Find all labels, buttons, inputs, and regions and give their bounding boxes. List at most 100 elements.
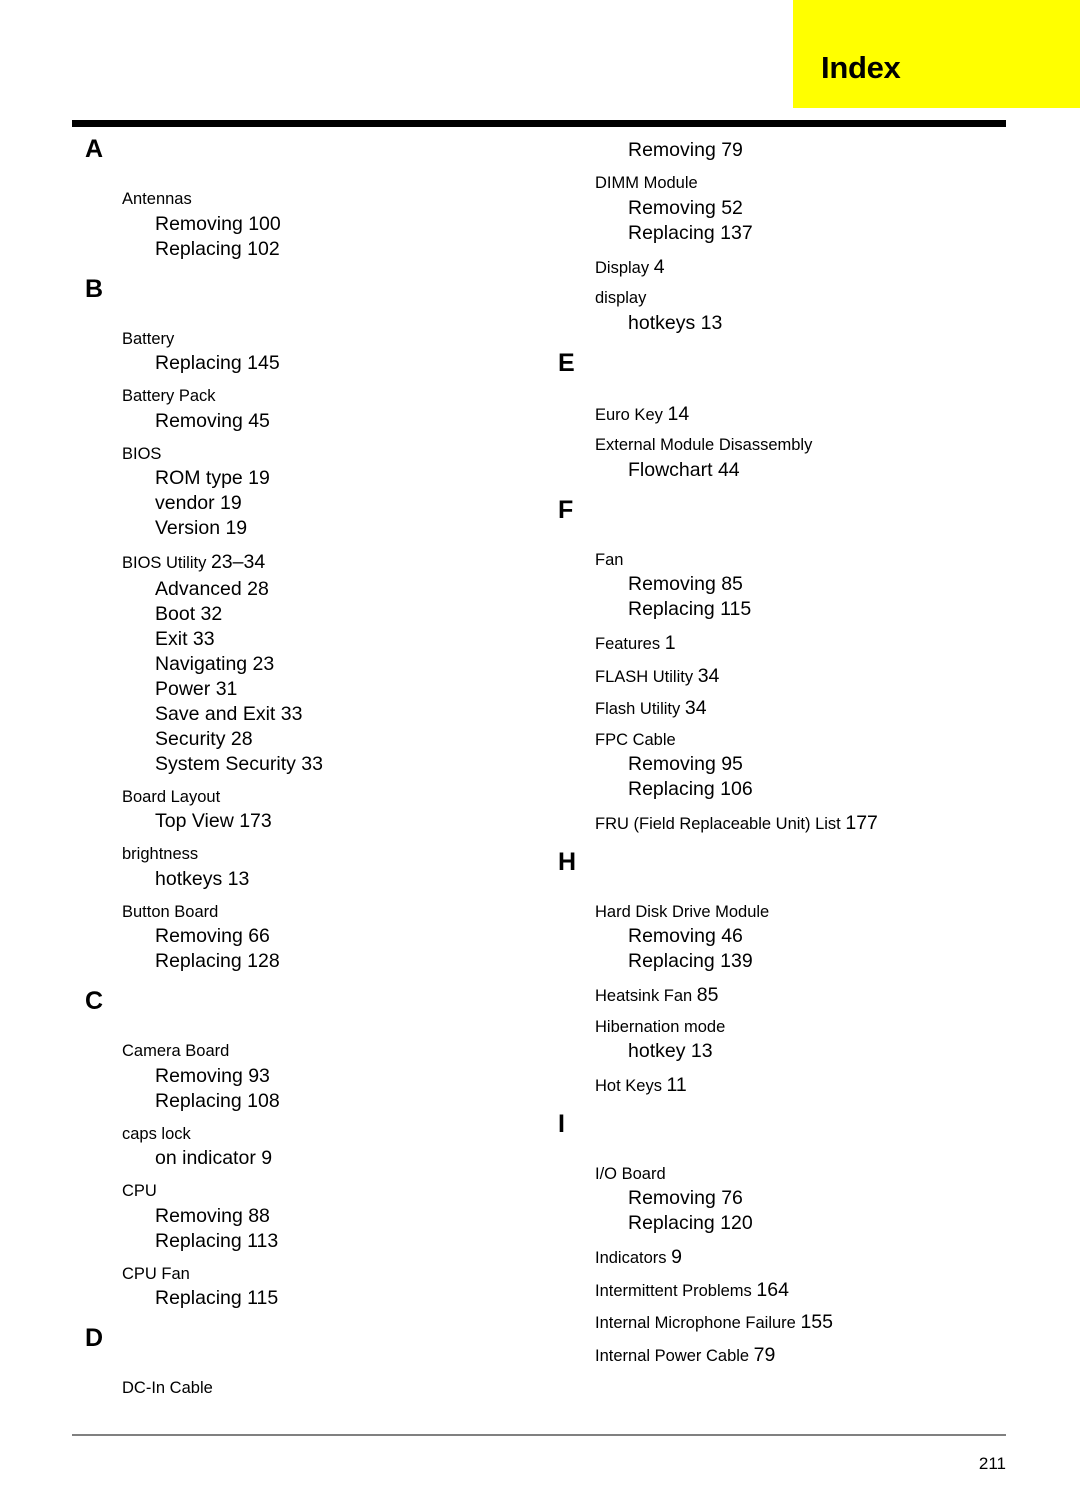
index-subentry: Exit 33: [155, 627, 215, 650]
index-entry: BIOS Utility 23–34: [122, 540, 532, 573]
index-letter-heading: D: [85, 1324, 104, 1352]
index-letter-heading: F: [558, 495, 574, 524]
index-entry-label: DC-In Cable: [122, 1379, 213, 1397]
index-entry: FRU (Field Replaceable Unit) List 177: [595, 801, 1015, 834]
index-subentry: Replacing 145: [155, 352, 280, 374]
index-subentry: Removing 88: [155, 1204, 270, 1227]
index-entry: Button Board: [122, 891, 532, 921]
index-entry-label: Hot Keys: [595, 1077, 667, 1095]
index-entry-label: Euro Key: [595, 405, 668, 424]
index-entry-label: FLASH Utility: [595, 667, 698, 686]
index-subentry: on indicator 9: [155, 1147, 273, 1169]
index-letter-heading: B: [85, 274, 104, 303]
index-entry: Indicators 9: [595, 1235, 1015, 1268]
index-entry-label: Indicators: [595, 1249, 672, 1267]
index-subentry: Removing 76: [628, 1187, 743, 1209]
index-entry: CPU Fan: [122, 1253, 532, 1283]
index-letter-heading: E: [558, 348, 575, 377]
index-letter-heading: H: [558, 847, 577, 876]
index-entry: Board Layout: [122, 776, 532, 806]
index-entry-page-number: 34: [684, 697, 707, 719]
index-subentry: Removing 93: [155, 1064, 270, 1087]
index-entry: Camera Board: [122, 1030, 532, 1060]
index-subentry: Advanced 28: [155, 577, 269, 600]
index-entry: Fan: [595, 539, 1015, 569]
index-letter-heading: A: [85, 135, 104, 163]
index-letter-heading: C: [85, 987, 104, 1015]
index-entry-page-number: 9: [671, 1246, 682, 1268]
index-entry: BIOS: [122, 433, 532, 463]
index-subentry: Removing 45: [155, 409, 270, 432]
index-subentry: Boot 32: [155, 602, 223, 625]
index-subentry: Replacing 106: [628, 778, 753, 800]
index-entry: Hard Disk Drive Module: [595, 891, 1015, 921]
index-entry-label: CPU Fan: [122, 1264, 190, 1283]
index-column-left: A Antennas Removing 100 Replacing 102 B Batte…: [72, 133, 532, 1397]
index-subentry: Replacing 128: [155, 950, 280, 972]
index-entry-label: Battery: [122, 329, 175, 348]
index-entry-page-number: 23–34: [210, 551, 266, 573]
index-entry: Internal Power Cable 79: [595, 1333, 1015, 1366]
index-subentry: System Security 33: [155, 752, 323, 775]
index-entry-page-number: 164: [756, 1278, 789, 1301]
index-column-right: Removing 79 DIMM Module Removing 52 Replaci…: [545, 133, 1015, 1365]
footer-divider-rule: [72, 1434, 1006, 1436]
index-entry-label: Features: [595, 635, 665, 653]
index-entry: caps lock: [122, 1113, 532, 1143]
index-subentry: vendor 19: [155, 492, 242, 514]
index-entry-page-number: 1: [664, 632, 676, 654]
index-entry: Intermittent Problems 164: [595, 1268, 1015, 1301]
index-entry: External Module Disassembly: [595, 424, 1015, 454]
index-entry: Hibernation mode: [595, 1006, 1015, 1036]
index-entry-page-number: 79: [753, 1343, 776, 1366]
index-entry-label: Flash Utility: [595, 700, 685, 718]
header-divider-rule: [72, 120, 1006, 127]
index-entry: Display 4: [595, 245, 1015, 278]
index-letter-heading: I: [558, 1109, 565, 1138]
index-entry-label: Internal Microphone Failure: [595, 1314, 801, 1332]
index-entry: Antennas: [122, 178, 532, 208]
index-subentry: Replacing 139: [628, 950, 753, 972]
index-entry: Flash Utility 34: [595, 686, 1015, 719]
index-entry-page-number: 4: [653, 255, 665, 278]
index-subentry: hotkeys 13: [155, 867, 250, 890]
index-subentry: Save and Exit 33: [155, 702, 303, 725]
index-entry: Features 1: [595, 621, 1015, 654]
index-entry-label: Camera Board: [122, 1042, 230, 1060]
index-subentry: hotkey 13: [628, 1040, 713, 1062]
index-entry-label: Hibernation mode: [595, 1017, 726, 1036]
index-entry: FLASH Utility 34: [595, 654, 1015, 687]
index-entry: Hot Keys 11: [595, 1063, 1015, 1096]
index-entry: DIMM Module: [595, 162, 1015, 192]
index-entry-label: FPC Cable: [595, 730, 676, 749]
index-entry-label: External Module Disassembly: [595, 436, 813, 454]
index-entry: Internal Microphone Failure 155: [595, 1300, 1015, 1333]
index-entry-label: Intermittent Problems: [595, 1281, 757, 1300]
index-entry: CPU: [122, 1170, 532, 1200]
index-header-band: Index: [793, 0, 1080, 108]
index-entry: I/O Board: [595, 1153, 1015, 1183]
index-entry-label: BIOS: [122, 444, 162, 463]
index-subentry: Replacing 102: [155, 237, 280, 260]
index-entry-label: I/O Board: [595, 1164, 666, 1183]
index-entry: Euro Key 14: [595, 392, 1015, 425]
index-subentry: hotkeys 13: [628, 311, 723, 334]
index-subentry: ROM type 19: [155, 467, 270, 489]
index-subentry: Replacing 113: [155, 1229, 279, 1252]
index-subentry: Removing 100: [155, 212, 281, 235]
page-title: Index: [821, 50, 901, 85]
index-entry-label: FRU (Field Replaceable Unit) List: [595, 815, 846, 833]
index-entry: display: [595, 277, 1015, 307]
index-subentry: Replacing 115: [628, 598, 752, 620]
index-entry-label: Display: [595, 258, 654, 277]
index-subentry: Flowchart 44: [628, 458, 740, 481]
index-entry-label: Heatsink Fan: [595, 987, 697, 1005]
index-entry-label: caps lock: [122, 1124, 191, 1143]
index-entry-label: Antennas: [122, 190, 192, 208]
index-subentry: Version 19: [155, 517, 248, 539]
index-entry: Battery Pack: [122, 375, 532, 405]
index-subentry: Replacing 108: [155, 1089, 280, 1112]
index-entry: brightness: [122, 833, 532, 863]
index-entry: FPC Cable: [595, 719, 1015, 749]
index-entry-page-number: 14: [667, 402, 690, 425]
